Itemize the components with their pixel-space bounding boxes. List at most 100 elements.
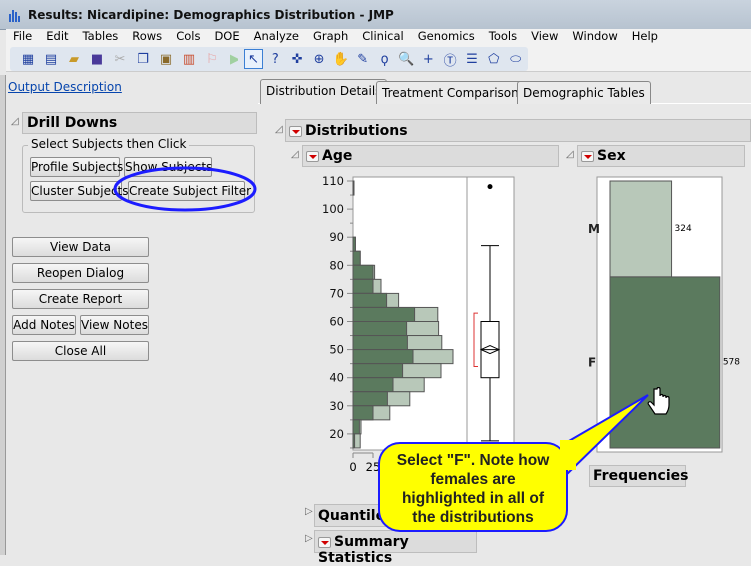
disclosure-triangle-icon[interactable]: ◿: [275, 124, 283, 135]
disclosure-triangle-icon[interactable]: ▷: [305, 533, 313, 544]
menu-analyze[interactable]: Analyze: [247, 29, 306, 45]
callout-joint: [560, 440, 576, 470]
open-folder-icon[interactable]: ▰: [64, 49, 84, 69]
crosshair-icon[interactable]: +: [419, 49, 438, 69]
menu-view[interactable]: View: [524, 29, 565, 45]
new-data-table-icon[interactable]: ▦: [18, 49, 38, 69]
red-triangle-menu-icon[interactable]: [289, 125, 302, 137]
scroller-tool-icon[interactable]: ⊕: [310, 49, 329, 69]
sex-header[interactable]: Sex: [577, 145, 745, 167]
ellipse-tool-icon[interactable]: ⬭: [506, 49, 525, 69]
menu-tools[interactable]: Tools: [482, 29, 524, 45]
disclosure-triangle-icon[interactable]: ◿: [291, 149, 299, 160]
callout-line: highlighted in all of: [401, 490, 545, 507]
menu-clinical[interactable]: Clinical: [355, 29, 410, 45]
distributions-header[interactable]: Distributions: [285, 119, 751, 142]
tab-treatment-comparisons[interactable]: Treatment Comparisons: [376, 81, 531, 104]
view-notes-button[interactable]: View Notes: [80, 315, 149, 335]
splitter[interactable]: [0, 75, 6, 555]
x-tick-label: 0: [349, 460, 356, 474]
arrow-tool-icon[interactable]: ↖: [244, 49, 263, 69]
histogram-bar-selected: [352, 321, 408, 337]
y-tick-label: 100: [322, 202, 344, 216]
histogram-bar-selected: [352, 306, 416, 322]
age-title: Age: [322, 148, 353, 164]
annotate-icon[interactable]: Ⓣ: [441, 49, 460, 69]
outlier-point: [487, 184, 493, 190]
group-label: Select Subjects then Click: [28, 137, 190, 151]
red-triangle-menu-icon[interactable]: [318, 536, 331, 548]
frequency-bar: [609, 180, 673, 278]
menu-genomics[interactable]: Genomics: [411, 29, 482, 45]
menu-rows[interactable]: Rows: [125, 29, 169, 45]
disclosure-triangle-icon[interactable]: ▷: [305, 506, 313, 517]
age-header[interactable]: Age: [302, 145, 559, 167]
line-tool-icon[interactable]: ☰: [463, 49, 482, 69]
selection-tool-icon[interactable]: ✜: [288, 49, 307, 69]
menu-edit[interactable]: Edit: [39, 29, 75, 45]
view-data-button[interactable]: View Data: [12, 237, 149, 257]
y-tick-label: 80: [329, 258, 344, 272]
age-histogram[interactable]: 11010090807060504030200 25: [310, 170, 520, 475]
help-tool-icon[interactable]: ?: [266, 49, 285, 69]
y-tick-label: 40: [329, 371, 344, 385]
histogram-bar-selected: [352, 363, 404, 379]
callout-line: Select "F". Note how: [396, 452, 550, 469]
polygon-tool-icon[interactable]: ⬠: [484, 49, 503, 69]
add-notes-button[interactable]: Add Notes: [12, 315, 76, 335]
data-grid-icon[interactable]: ▥: [179, 49, 199, 69]
menu-doe[interactable]: DOE: [207, 29, 246, 45]
y-tick-label: 50: [329, 343, 344, 357]
grabber-hand-icon[interactable]: ✋: [331, 49, 350, 69]
menu-window[interactable]: Window: [565, 29, 624, 45]
summary-statistics-header[interactable]: Summary Statistics: [314, 530, 477, 566]
copy-icon[interactable]: ❐: [133, 49, 153, 69]
y-tick-label: 70: [329, 286, 344, 300]
red-triangle-menu-icon[interactable]: [581, 150, 594, 162]
save-icon[interactable]: ■: [87, 49, 107, 69]
profile-subjects-button[interactable]: Profile Subjects: [30, 157, 123, 177]
menu-tables[interactable]: Tables: [76, 29, 126, 45]
run-script-icon[interactable]: ⚐: [202, 49, 222, 69]
histogram-bar-selected: [352, 377, 394, 393]
sex-title: Sex: [597, 148, 626, 164]
close-all-button[interactable]: Close All: [12, 341, 149, 361]
disclosure-triangle-icon[interactable]: ◿: [11, 116, 19, 127]
disclosure-triangle-icon[interactable]: ◿: [566, 149, 574, 160]
histogram-bar: [352, 180, 355, 196]
brush-tool-icon[interactable]: ✎: [353, 49, 372, 69]
menu-file[interactable]: File: [6, 29, 39, 45]
menu-help[interactable]: Help: [625, 29, 665, 45]
drill-downs-header[interactable]: Drill Downs: [22, 112, 257, 134]
histogram-bar-selected: [352, 391, 388, 407]
y-tick-label: 60: [329, 315, 344, 329]
reopen-dialog-button[interactable]: Reopen Dialog: [12, 263, 149, 283]
create-report-button[interactable]: Create Report: [12, 289, 149, 309]
toolbar: ▦ ▤ ▰ ■ ✂ ❐ ▣ ▥ ⚐ ▶ ↖ ? ✜ ⊕ ✋ ✎ ϙ 🔍 + Ⓣ …: [6, 45, 751, 72]
y-tick-label: 30: [329, 399, 344, 413]
histogram-bar-selected: [352, 335, 408, 351]
output-description-link[interactable]: Output Description: [8, 80, 122, 94]
histogram-bar-selected: [352, 433, 356, 449]
menu-graph[interactable]: Graph: [306, 29, 355, 45]
cluster-subjects-button[interactable]: Cluster Subjects: [30, 181, 129, 201]
magnifier-icon[interactable]: 🔍: [397, 49, 416, 69]
histogram-bar-selected: [352, 405, 374, 421]
window-title: Results: Nicardipine: Demographics Distr…: [28, 8, 394, 22]
callout-line: females are: [430, 471, 516, 488]
new-script-icon[interactable]: ▤: [41, 49, 61, 69]
lasso-tool-icon[interactable]: ϙ: [375, 49, 394, 69]
cut-icon[interactable]: ✂: [110, 49, 130, 69]
callout-tooltip: Select "F". Note how females are highlig…: [378, 442, 568, 532]
category-label: M: [588, 222, 600, 236]
summary-statistics-title: Summary Statistics: [318, 534, 409, 566]
menu-cols[interactable]: Cols: [169, 29, 207, 45]
count-label: 578: [723, 357, 740, 367]
callout-line: the distributions: [412, 509, 534, 526]
red-triangle-menu-icon[interactable]: [306, 150, 319, 162]
histogram-bar-selected: [352, 419, 360, 435]
tab-distribution-details[interactable]: Distribution Details: [260, 79, 388, 104]
tab-demographic-tables[interactable]: Demographic Tables: [517, 81, 651, 104]
menu-bar: File Edit Tables Rows Cols DOE Analyze G…: [6, 29, 751, 45]
paste-icon[interactable]: ▣: [156, 49, 176, 69]
